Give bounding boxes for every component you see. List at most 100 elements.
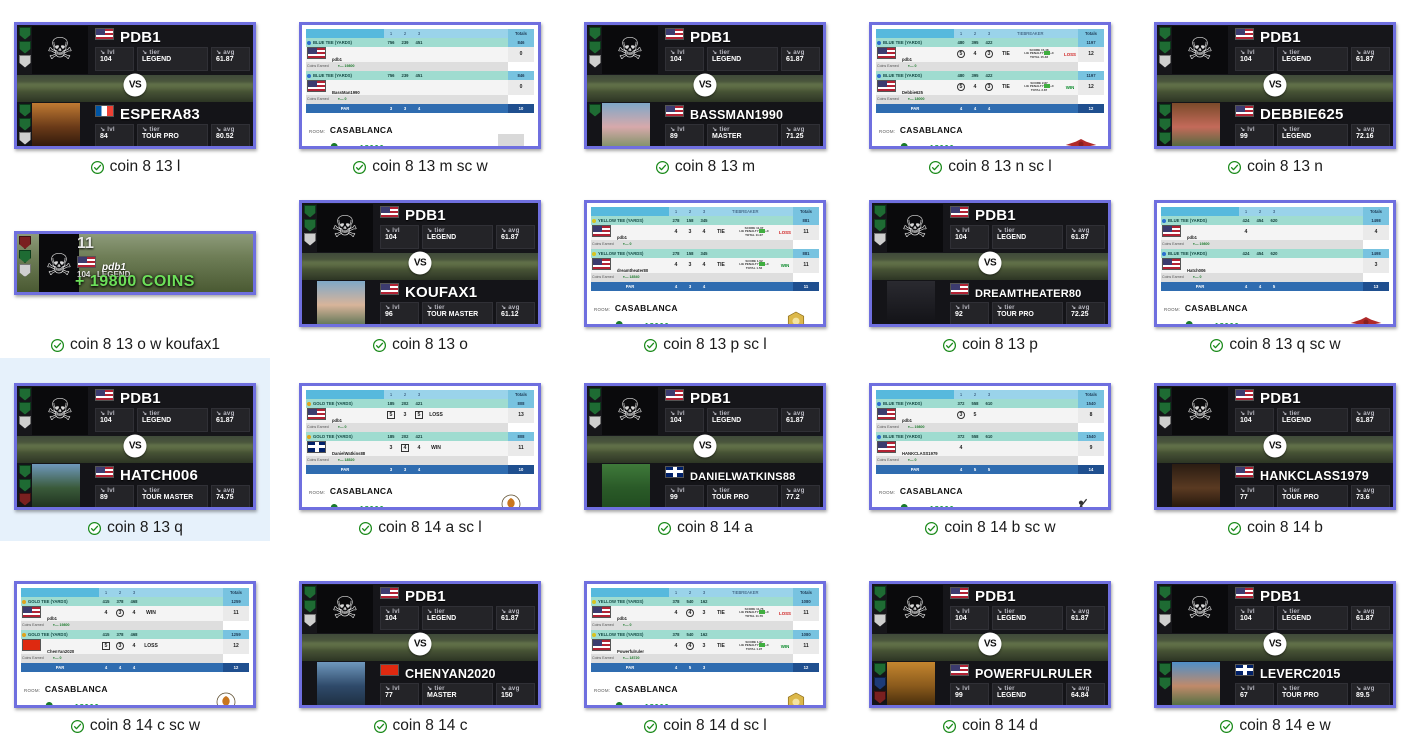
thumbnail-item[interactable]: ☠ PDB1 ↘ lvl 104 ↘ tier LEGEND ↘ avg 61.87 VS KOU… <box>285 180 555 358</box>
thumbnail-label[interactable]: coin 8 14 e w <box>1141 717 1402 735</box>
vs-screenshot[interactable]: ☠ PDB1 ↘ lvl 104 ↘ tier LEGEND ↘ avg 61.87 VS KOU… <box>299 199 541 327</box>
thumbnail-item[interactable]: 123 Totals BLUE TEE (YARDS) 372 558 610 1540 p… <box>855 358 1125 541</box>
totals-header: Totals <box>1078 28 1104 38</box>
vs-screenshot[interactable]: ☠ PDB1 ↘ lvl 104 ↘ tier LEGEND ↘ avg 61.87 VS BAS… <box>584 21 826 149</box>
thumbnail-label[interactable]: coin 8 13 p <box>856 336 1124 354</box>
vs-screenshot[interactable]: ☠ PDB1 ↘ lvl 104 ↘ tier LEGEND ↘ avg 61.87 VS DAN… <box>584 382 826 510</box>
thumbnail-label[interactable]: coin 8 14 d sc l <box>571 717 839 735</box>
vs-screenshot[interactable]: ☠ PDB1 ↘ lvl 104 ↘ tier LEGEND ↘ avg 61.87 VS CHE… <box>299 580 541 708</box>
stat-lvl: ↘ lvl 99 <box>950 682 990 705</box>
course-logo <box>1349 310 1383 324</box>
thumbnail-item[interactable]: 123 Totals BLUE TEE (YARDS) 756 239 451 846 pd… <box>285 0 555 180</box>
thumbnail-image[interactable]: 123 TIEBREAKER Totals YELLOW TEE (YARDS) 3… <box>575 576 835 712</box>
vs-screenshot[interactable]: ☠ PDB1 ↘ lvl 104 ↘ tier LEGEND ↘ avg 61.87 VS DRE… <box>869 199 1111 327</box>
thumbnail-image[interactable]: 123 Totals BLUE TEE (YARDS) 424 454 620 1498 p… <box>1145 195 1402 331</box>
stat-lvl: ↘ lvl 84 <box>95 123 135 146</box>
vs-screenshot[interactable]: ☠ PDB1 ↘ lvl 104 ↘ tier LEGEND ↘ avg 61.87 VS HAN… <box>1154 382 1396 510</box>
course-logo <box>779 310 813 324</box>
thumbnail-item[interactable]: ☠ PDB1 ↘ lvl 104 ↘ tier LEGEND ↘ avg 61.87 VS DAN… <box>570 358 840 541</box>
thumbnail-item[interactable]: 123 Totals GOLD TEE (YARDS) 185 202 421 808 pd… <box>285 358 555 541</box>
thumbnail-item[interactable]: ☠ PDB1 ↘ lvl 104 ↘ tier LEGEND ↘ avg 61.87 VS LEV… <box>1140 541 1402 739</box>
thumbnail-item[interactable]: ☠ PDB1 ↘ lvl 104 ↘ tier LEGEND ↘ avg 61.87 VS CHE… <box>285 541 555 739</box>
stat-avg: ↘ avg 61.87 <box>1065 224 1106 249</box>
thumbnail-label[interactable]: coin 8 14 a <box>571 519 839 537</box>
scorecard-screenshot[interactable]: 123 Totals BLUE TEE (YARDS) 756 239 451 846 pd… <box>299 21 541 149</box>
thumbnail-item[interactable]: ☠ PDB1 ↘ lvl 104 ↘ tier LEGEND ↘ avg 61.87 VS DEB… <box>1140 0 1402 180</box>
thumbnail-image[interactable]: ☠ PDB1 ↘ lvl 104 ↘ tier LEGEND ↘ avg 61.87 VS KOU… <box>290 195 550 331</box>
thumbnail-image[interactable]: ☠ PDB1 ↘ lvl 104 ↘ tier LEGEND ↘ avg 61.87 VS DRE… <box>860 195 1120 331</box>
thumbnail-label[interactable]: coin 8 13 n sc l <box>856 158 1124 176</box>
thumbnail-item[interactable]: ☠ PDB1 ↘ lvl 104 ↘ tier LEGEND ↘ avg 61.87 VS DRE… <box>855 180 1125 358</box>
thumbnail-label[interactable]: coin 8 13 q <box>1 519 269 537</box>
thumbnail-label[interactable]: coin 8 14 c sc w <box>1 717 269 735</box>
thumbnail-image[interactable]: ☠ PDB1 ↘ lvl 104 ↘ tier LEGEND ↘ avg 61.87 VS POW… <box>860 576 1120 712</box>
thumbnail-label[interactable]: coin 8 13 o w koufax1 <box>1 336 269 354</box>
vs-screenshot[interactable]: ☠ PDB1 ↘ lvl 104 ↘ tier LEGEND ↘ avg 61.87 VS HAT… <box>14 382 256 510</box>
thumbnail-image[interactable]: ☠ PDB1 ↘ lvl 104 ↘ tier LEGEND ↘ avg 61.87 VS DAN… <box>575 378 835 514</box>
thumbnail-image[interactable]: 123 Totals BLUE TEE (YARDS) 756 239 451 846 pd… <box>290 17 550 153</box>
thumbnail-item[interactable]: ☠ PDB1 ↘ lvl 104 ↘ tier LEGEND ↘ avg 61.87 VS POW… <box>855 541 1125 739</box>
thumbnail-image[interactable]: ☠ PDB1 ↘ lvl 104 ↘ tier LEGEND ↘ avg 61.87 VS HAT… <box>5 378 265 514</box>
scorecard-screenshot[interactable]: 123 Totals BLUE TEE (YARDS) 372 558 610 1540 p… <box>869 382 1111 510</box>
thumbnail-image[interactable]: ☠ 11 pdb1 104 LEGEND + 19800 COINS <box>5 195 265 331</box>
thumbnail-image[interactable]: 123 Totals BLUE TEE (YARDS) 372 558 610 1540 p… <box>860 378 1120 514</box>
thumbnail-image[interactable]: ☠ PDB1 ↘ lvl 104 ↘ tier LEGEND ↘ avg 61.87 VS LEV… <box>1145 576 1402 712</box>
thumbnail-item[interactable]: 123 TIEBREAKER Totals BLUE TEE (YARDS) 480… <box>855 0 1125 180</box>
thumbnail-item[interactable]: 123 Totals GOLD TEE (YARDS) 415 378 468 1259 p… <box>0 541 270 739</box>
thumbnail-label[interactable]: coin 8 13 m sc w <box>286 158 554 176</box>
thumbnail-image[interactable]: 123 Totals GOLD TEE (YARDS) 185 202 421 808 pd… <box>290 378 550 514</box>
thumbnail-label[interactable]: coin 8 14 d <box>856 717 1124 735</box>
thumbnail-image[interactable]: 123 TIEBREAKER Totals YELLOW TEE (YARDS) 2… <box>575 195 835 331</box>
file-name: coin 8 13 p <box>962 336 1038 353</box>
coins-award-screenshot[interactable]: ☠ 11 pdb1 104 LEGEND + 19800 COINS <box>14 231 256 295</box>
file-name: coin 8 14 e w <box>1239 717 1331 734</box>
hole-yardage: 345 <box>700 250 708 256</box>
thumbnail-label[interactable]: coin 8 13 o <box>286 336 554 354</box>
par-total: 10 <box>508 464 534 474</box>
scorecard-screenshot[interactable]: 123 Totals GOLD TEE (YARDS) 415 378 468 1259 p… <box>14 580 256 708</box>
tee-total: 881 <box>793 215 819 225</box>
thumbnail-image[interactable]: ☠ PDB1 ↘ lvl 104 ↘ tier LEGEND ↘ avg 61.87 VS CHE… <box>290 576 550 712</box>
vs-screenshot[interactable]: ☠ PDB1 ↘ lvl 104 ↘ tier LEGEND ↘ avg 61.87 VS DEB… <box>1154 21 1396 149</box>
thumbnail-image[interactable]: ☠ PDB1 ↘ lvl 104 ↘ tier LEGEND ↘ avg 61.87 VS HAN… <box>1145 378 1402 514</box>
thumbnail-item[interactable]: 123 Totals BLUE TEE (YARDS) 424 454 620 1498 p… <box>1140 180 1402 358</box>
thumbnail-label[interactable]: coin 8 14 c <box>286 717 554 735</box>
thumbnail-item[interactable]: ☠ PDB1 ↘ lvl 104 ↘ tier LEGEND ↘ avg 61.87 VS BAS… <box>570 0 840 180</box>
scorecard-screenshot[interactable]: 123 TIEBREAKER Totals BLUE TEE (YARDS) 480… <box>869 21 1111 149</box>
thumbnail-item[interactable]: ☠ 11 pdb1 104 LEGEND + 19800 COINS coin 8 13 … <box>0 180 270 358</box>
thumbnail-item[interactable]: ☠ PDB1 ↘ lvl 104 ↘ tier LEGEND ↘ avg 61.87 VS HAN… <box>1140 358 1402 541</box>
thumbnail-label[interactable]: coin 8 13 m <box>571 158 839 176</box>
thumbnail-item[interactable]: ☠ PDB1 ↘ lvl 104 ↘ tier LEGEND ↘ avg 61.87 VS HAT… <box>0 358 270 541</box>
thumbnail-item[interactable]: 123 TIEBREAKER Totals YELLOW TEE (YARDS) 2… <box>570 180 840 358</box>
scorecard-screenshot[interactable]: 123 TIEBREAKER Totals YELLOW TEE (YARDS) 3… <box>584 580 826 708</box>
thumbnail-label[interactable]: coin 8 14 a sc l <box>286 519 554 537</box>
tee-row: BLUE TEE (YARDS) 424 454 620 1498 <box>1161 248 1389 258</box>
thumbnail-grid[interactable]: ☠ PDB1 ↘ lvl 104 ↘ tier LEGEND ↘ avg 61.87 VS ESP… <box>0 0 1402 739</box>
thumbnail-label[interactable]: coin 8 13 l <box>1 158 269 176</box>
vs-screenshot[interactable]: ☠ PDB1 ↘ lvl 104 ↘ tier LEGEND ↘ avg 61.87 VS LEV… <box>1154 580 1396 708</box>
match-outcome <box>1062 441 1078 456</box>
thumbnail-image[interactable]: 123 Totals GOLD TEE (YARDS) 415 378 468 1259 p… <box>5 576 265 712</box>
scorecard-screenshot[interactable]: 123 Totals BLUE TEE (YARDS) 424 454 620 1498 p… <box>1154 199 1396 327</box>
thumbnail-label[interactable]: coin 8 14 b <box>1141 519 1402 537</box>
vs-screenshot[interactable]: ☠ PDB1 ↘ lvl 104 ↘ tier LEGEND ↘ avg 61.87 VS ESP… <box>14 21 256 149</box>
scorecard-screenshot[interactable]: 123 TIEBREAKER Totals YELLOW TEE (YARDS) 2… <box>584 199 826 327</box>
match-outcome <box>1347 225 1363 240</box>
thumbnail-label[interactable]: coin 8 13 n <box>1141 158 1402 176</box>
thumbnail-image[interactable]: ☠ PDB1 ↘ lvl 104 ↘ tier LEGEND ↘ avg 61.87 VS ESP… <box>5 17 265 153</box>
thumbnail-label[interactable]: coin 8 14 b sc w <box>856 519 1124 537</box>
thumbnail-label[interactable]: coin 8 13 q sc w <box>1141 336 1402 354</box>
thumbnail-item[interactable]: ☠ PDB1 ↘ lvl 104 ↘ tier LEGEND ↘ avg 61.87 VS ESP… <box>0 0 270 180</box>
thumbnail-image[interactable]: ☠ PDB1 ↘ lvl 104 ↘ tier LEGEND ↘ avg 61.87 VS DEB… <box>1145 17 1402 153</box>
thumbnail-label[interactable]: coin 8 13 p sc l <box>571 336 839 354</box>
coins-earned-row: Coins Earned ●— 0 <box>21 653 249 663</box>
thumbnail-item[interactable]: 123 TIEBREAKER Totals YELLOW TEE (YARDS) 3… <box>570 541 840 739</box>
thumbnail-image[interactable]: ☠ PDB1 ↘ lvl 104 ↘ tier LEGEND ↘ avg 61.87 VS BAS… <box>575 17 835 153</box>
thumbnail-image[interactable]: 123 TIEBREAKER Totals BLUE TEE (YARDS) 480… <box>860 17 1120 153</box>
tee-row: BLUE TEE (YARDS) 424 454 620 1498 <box>1161 215 1389 225</box>
vs-screenshot[interactable]: ☠ PDB1 ↘ lvl 104 ↘ tier LEGEND ↘ avg 61.87 VS POW… <box>869 580 1111 708</box>
stat-lvl: ↘ lvl 104 <box>950 605 990 630</box>
player-score-row: DanielWatkins88 3 4 4 WIN 11 <box>306 440 534 456</box>
vs-player-top: ☠ PDB1 ↘ lvl 104 ↘ tier LEGEND ↘ avg 61.87 <box>587 24 823 75</box>
scorecard-screenshot[interactable]: 123 Totals GOLD TEE (YARDS) 185 202 421 808 pd… <box>299 382 541 510</box>
